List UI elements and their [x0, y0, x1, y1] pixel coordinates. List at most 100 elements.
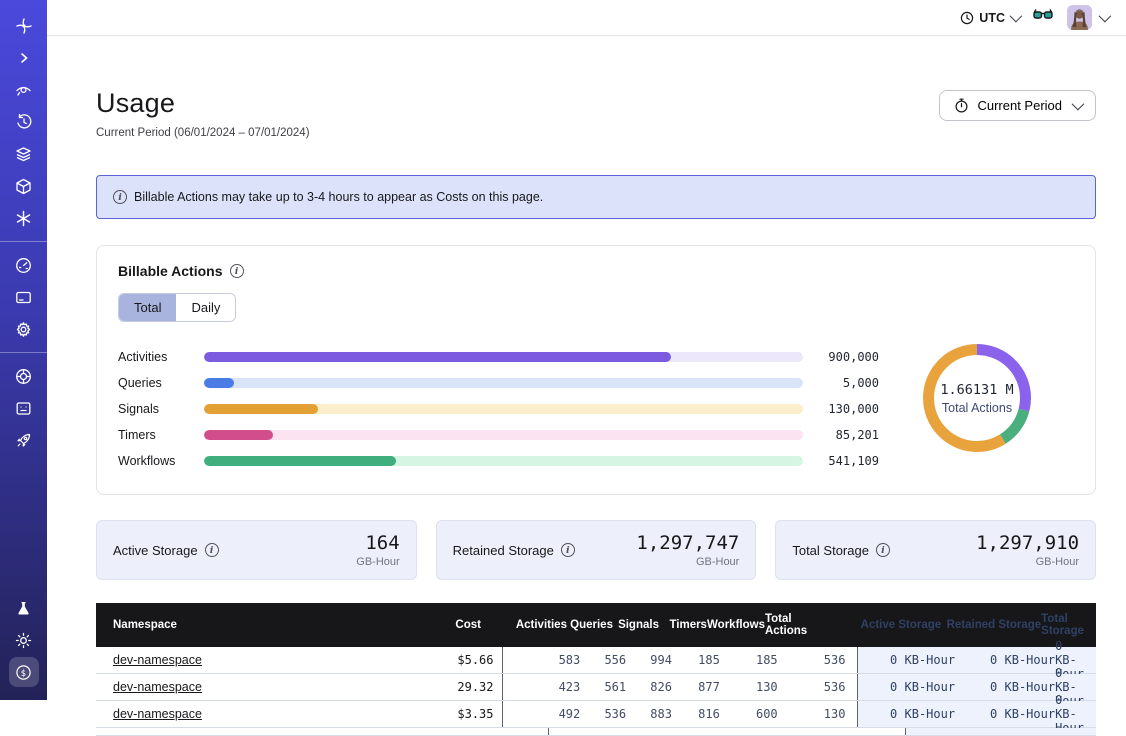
- billing-card-icon[interactable]: [9, 282, 39, 312]
- settings-gear-icon[interactable]: [9, 314, 39, 344]
- flask-icon[interactable]: [9, 593, 39, 623]
- bar-chart: Activities 900,000 Queries 5,000 Signals…: [118, 344, 879, 474]
- info-icon[interactable]: i: [230, 264, 244, 278]
- active-storage-cell: 0 KB-Hour: [858, 674, 955, 700]
- queries-cell: 536: [580, 701, 626, 727]
- tab-daily[interactable]: Daily: [176, 294, 235, 321]
- activities-cell: 492: [503, 701, 581, 727]
- donut-chart: 1.66131 M Total Actions: [879, 338, 1074, 458]
- rocket-icon[interactable]: [9, 425, 39, 455]
- info-icon: i: [113, 190, 127, 204]
- bar-fill: [204, 404, 318, 414]
- storage-card-value: 1,297,910: [976, 532, 1079, 554]
- total-actions-cell: 536: [778, 647, 846, 673]
- total-actions-label: Total Actions: [942, 401, 1012, 415]
- usage-dollar-icon[interactable]: $: [9, 657, 39, 687]
- info-icon[interactable]: i: [561, 543, 575, 557]
- billable-actions-card: Billable Actions i Total Daily Activitie…: [96, 245, 1096, 495]
- bar-label: Queries: [118, 376, 204, 390]
- table-header: Namespace Cost Activities Queries Signal…: [96, 603, 1096, 647]
- temporal-logo[interactable]: [9, 11, 39, 41]
- col-signals: Signals: [613, 603, 659, 647]
- total-actions-value: 1.66131 M: [940, 382, 1013, 398]
- col-workflows: Workflows: [707, 603, 765, 647]
- eye-icon[interactable]: [9, 75, 39, 105]
- expand-chevron-icon[interactable]: [9, 43, 39, 73]
- active-storage-cell: 0 KB-Hour: [858, 701, 955, 727]
- billable-actions-title: Billable Actions: [118, 263, 223, 279]
- layers-icon[interactable]: [9, 139, 39, 169]
- table-row-partial: [96, 728, 1096, 736]
- page-subtitle: Current Period (06/01/2024 – 07/01/2024): [96, 127, 310, 139]
- storage-card-unit: GB-Hour: [636, 556, 739, 568]
- info-banner: i Billable Actions may take up to 3-4 ho…: [96, 175, 1096, 219]
- bar-value: 130,000: [803, 402, 879, 416]
- info-banner-text: Billable Actions may take up to 3-4 hour…: [134, 190, 543, 204]
- history-clock-icon[interactable]: [9, 107, 39, 137]
- gauge-icon[interactable]: [9, 250, 39, 280]
- period-selector-label: Current Period: [977, 98, 1062, 113]
- bar-track: [204, 378, 803, 388]
- cost-cell: $3.35: [404, 701, 501, 727]
- bar-fill: [204, 378, 234, 388]
- bar-track: [204, 404, 803, 414]
- workflows-cell: 130: [720, 674, 778, 700]
- bar-row-queries: Queries 5,000: [118, 370, 879, 396]
- workflows-cell: 600: [720, 701, 778, 727]
- col-queries: Queries: [567, 603, 613, 647]
- stopwatch-icon: [954, 98, 969, 113]
- bar-value: 900,000: [803, 350, 879, 364]
- col-activities: Activities: [489, 603, 567, 647]
- table-row: dev-namespace 29.32 423 561 826 877 130 …: [96, 674, 1096, 701]
- queries-cell: 561: [580, 674, 626, 700]
- top-bar: UTC: [47, 0, 1126, 36]
- bar-label: Timers: [118, 428, 204, 442]
- table-row: dev-namespace $3.35 492 536 883 816 600 …: [96, 701, 1096, 728]
- timezone-selector[interactable]: UTC: [960, 11, 1019, 25]
- info-icon[interactable]: i: [876, 543, 890, 557]
- sun-icon[interactable]: [9, 625, 39, 655]
- retained-storage-cell: 0 KB-Hour: [955, 674, 1055, 700]
- bar-label: Workflows: [118, 454, 204, 468]
- activities-cell: 423: [503, 674, 581, 700]
- bar-row-timers: Timers 85,201: [118, 422, 879, 448]
- workflows-cell: 185: [720, 647, 778, 673]
- user-avatar: [1067, 5, 1092, 30]
- namespace-link[interactable]: dev-namespace: [113, 680, 202, 694]
- storage-card-value: 1,297,747: [636, 532, 739, 554]
- col-namespace: Namespace: [96, 603, 395, 647]
- lifebuoy-icon[interactable]: [9, 361, 39, 391]
- feedback-glasses-button[interactable]: [1033, 8, 1053, 27]
- col-retained-storage: Retained Storage: [941, 603, 1041, 647]
- storage-card-label: Active Storage: [113, 543, 198, 558]
- col-timers: Timers: [659, 603, 707, 647]
- tab-total[interactable]: Total: [119, 294, 176, 321]
- period-selector-button[interactable]: Current Period: [939, 90, 1096, 121]
- page-title: Usage: [96, 88, 310, 119]
- col-cost: Cost: [395, 603, 489, 647]
- sidebar: $: [0, 0, 47, 700]
- namespace-link[interactable]: dev-namespace: [113, 707, 202, 721]
- cost-cell: $5.66: [404, 647, 501, 673]
- bar-row-activities: Activities 900,000: [118, 344, 879, 370]
- chevron-down-icon: [1099, 10, 1112, 23]
- retained-storage-cell: 0 KB-Hour: [955, 647, 1055, 673]
- docs-screen-icon[interactable]: [9, 393, 39, 423]
- bar-value: 541,109: [803, 454, 879, 468]
- retained-storage-cell: 0 KB-Hour: [955, 701, 1055, 727]
- timers-cell: 185: [672, 647, 720, 673]
- signals-cell: 826: [626, 674, 672, 700]
- sidebar-divider: [0, 241, 47, 242]
- timezone-label: UTC: [979, 11, 1005, 25]
- cube-icon[interactable]: [9, 171, 39, 201]
- chevron-down-icon: [1072, 98, 1085, 111]
- account-menu[interactable]: [1067, 5, 1108, 30]
- sidebar-divider: [0, 352, 47, 353]
- namespace-link[interactable]: dev-namespace: [113, 653, 202, 667]
- asterisk-icon[interactable]: [9, 203, 39, 233]
- glasses-icon: [1033, 8, 1053, 22]
- active-storage-cell: 0 KB-Hour: [858, 647, 955, 673]
- svg-text:$: $: [21, 669, 26, 679]
- storage-card-label: Total Storage: [792, 543, 869, 558]
- info-icon[interactable]: i: [205, 543, 219, 557]
